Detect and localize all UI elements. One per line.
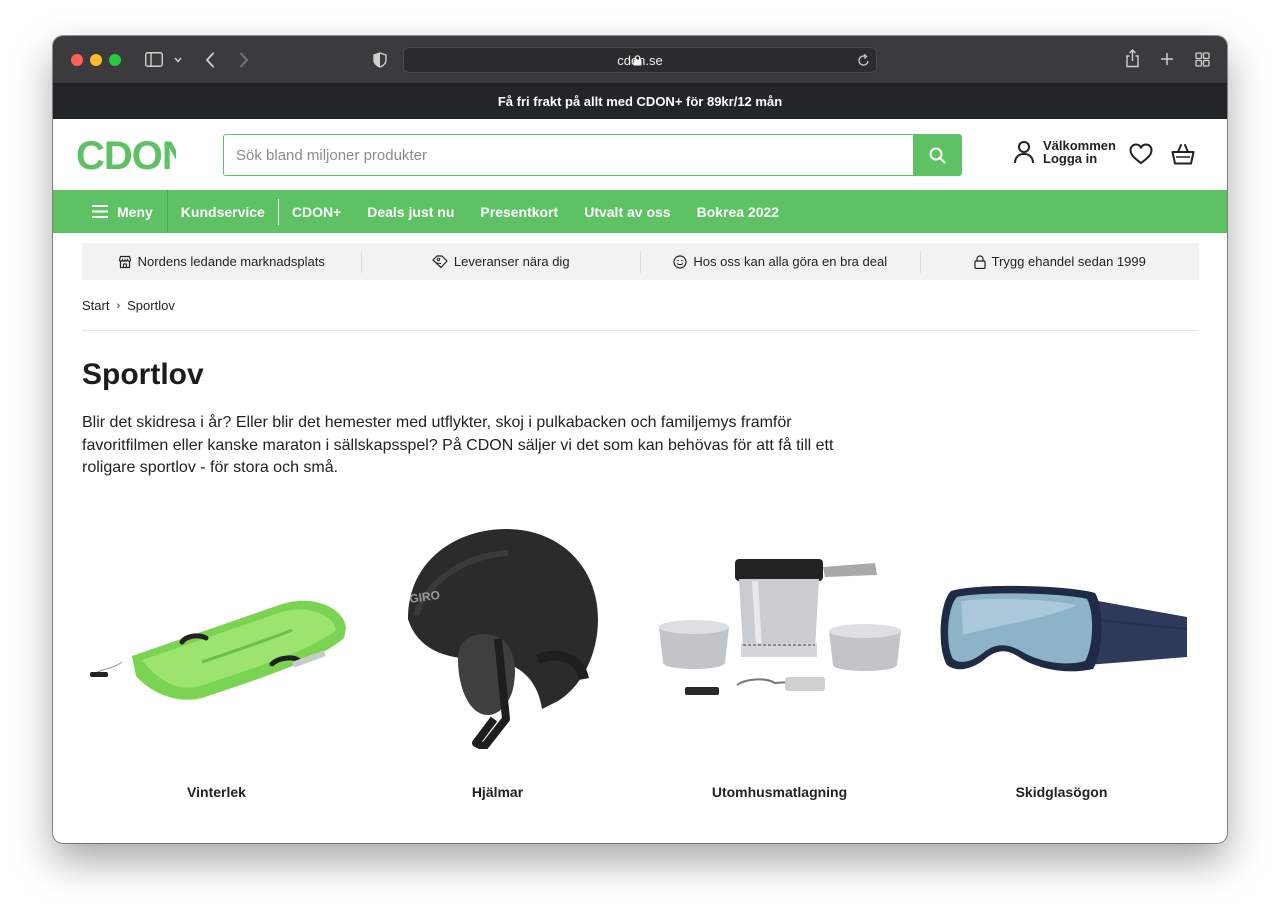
menu-button[interactable]: Meny (78, 190, 168, 233)
basket-icon[interactable] (1171, 142, 1195, 166)
green-sled-image (89, 600, 346, 700)
usp-item: Nordens ledande marknadsplats (82, 250, 362, 273)
usp-text: Hos oss kan alla göra en bra deal (693, 254, 888, 269)
breadcrumb: Start › Sportlov (82, 298, 175, 313)
heart-icon[interactable] (1129, 143, 1153, 165)
category-card-hjalmar[interactable]: GIRO Hjälmar (357, 514, 638, 800)
lock-icon (633, 54, 642, 65)
user-icon (1014, 141, 1034, 164)
camping-stove-image (658, 559, 901, 695)
search-bar (223, 134, 962, 176)
account-link[interactable]: Välkommen Logga in (1013, 139, 1116, 165)
minimize-window-button[interactable] (90, 54, 102, 66)
category-name: Utomhusmatlagning (711, 784, 848, 800)
store-icon (118, 255, 131, 268)
ski-helmet-image: GIRO (407, 529, 598, 749)
menu-label: Meny (117, 203, 153, 220)
delivery-tag-icon (432, 254, 448, 268)
main-nav: Meny Kundservice CDON+ Deals just nu Pre… (53, 190, 1227, 233)
category-name: Hjälmar (471, 784, 524, 800)
lock-icon (974, 254, 986, 269)
share-icon[interactable] (1125, 49, 1140, 68)
nav-item-kundservice[interactable]: Kundservice (168, 190, 278, 233)
smiley-icon (673, 254, 688, 269)
sidebar-icon[interactable] (145, 52, 163, 67)
browser-toolbar: cdon.se (53, 36, 1227, 84)
new-tab-icon[interactable] (1160, 52, 1174, 66)
usp-item: Trygg ehandel sedan 1999 (921, 251, 1200, 273)
tab-overview-icon[interactable] (1195, 52, 1210, 67)
usp-text: Leveranser nära dig (453, 254, 570, 269)
login-text: Logga in (1043, 151, 1098, 166)
forward-arrow-icon[interactable] (239, 52, 249, 68)
usp-item: Hos oss kan alla göra en bra deal (641, 250, 921, 273)
category-card-utomhusmatlagning[interactable]: Utomhusmatlagning (639, 514, 920, 800)
privacy-shield-icon[interactable] (373, 52, 387, 68)
breadcrumb-start[interactable]: Start (82, 298, 109, 313)
nav-item-presentkort[interactable]: Presentkort (467, 190, 571, 233)
usp-text: Trygg ehandel sedan 1999 (991, 254, 1146, 269)
back-arrow-icon[interactable] (205, 52, 215, 68)
search-button[interactable] (913, 135, 961, 175)
nav-item-cdon-plus[interactable]: CDON+ (279, 190, 354, 233)
nav-item-bokrea[interactable]: Bokrea 2022 (684, 190, 793, 233)
usp-bar: Nordens ledande marknadsplats Leveranser… (82, 243, 1199, 280)
reload-icon[interactable] (858, 54, 870, 67)
address-bar[interactable]: cdon.se (403, 47, 877, 73)
browser-window: cdon.se Få fri frakt på allt med CDON+ f… (53, 36, 1227, 843)
nav-divider (277, 198, 279, 225)
chevron-down-icon[interactable] (174, 57, 182, 63)
hamburger-icon (92, 205, 108, 218)
breadcrumb-current: Sportlov (127, 298, 175, 313)
page-title: Sportlov (82, 358, 204, 391)
nav-item-utvalt[interactable]: Utvalt av oss (571, 190, 683, 233)
search-icon (929, 147, 945, 163)
promo-banner[interactable]: Få fri frakt på allt med CDON+ för 89kr/… (53, 84, 1227, 119)
chevron-right-icon: › (116, 299, 121, 312)
site-header: CDON Välkommen Logga in (53, 119, 1227, 190)
category-card-vinterlek[interactable]: Vinterlek (76, 514, 357, 800)
usp-text: Nordens ledande marknadsplats (137, 254, 325, 269)
category-name: Vinterlek (187, 784, 246, 800)
logo-text: CDON (76, 136, 176, 174)
ski-goggles-image (940, 585, 1187, 672)
nav-item-deals[interactable]: Deals just nu (354, 190, 467, 233)
cdon-logo[interactable]: CDON (76, 136, 176, 174)
zoom-window-button[interactable] (109, 54, 121, 66)
category-card-skidglasogon[interactable]: Skidglasögon (921, 514, 1202, 800)
search-input[interactable] (224, 135, 913, 175)
promo-text: Få fri frakt på allt med CDON+ för 89kr/… (497, 94, 783, 109)
divider (82, 330, 1199, 331)
close-window-button[interactable] (71, 54, 83, 66)
page-description: Blir det skidresa i år? Eller blir det h… (82, 414, 834, 476)
category-name: Skidglasögon (1015, 784, 1108, 800)
usp-item: Leveranser nära dig (362, 250, 641, 273)
